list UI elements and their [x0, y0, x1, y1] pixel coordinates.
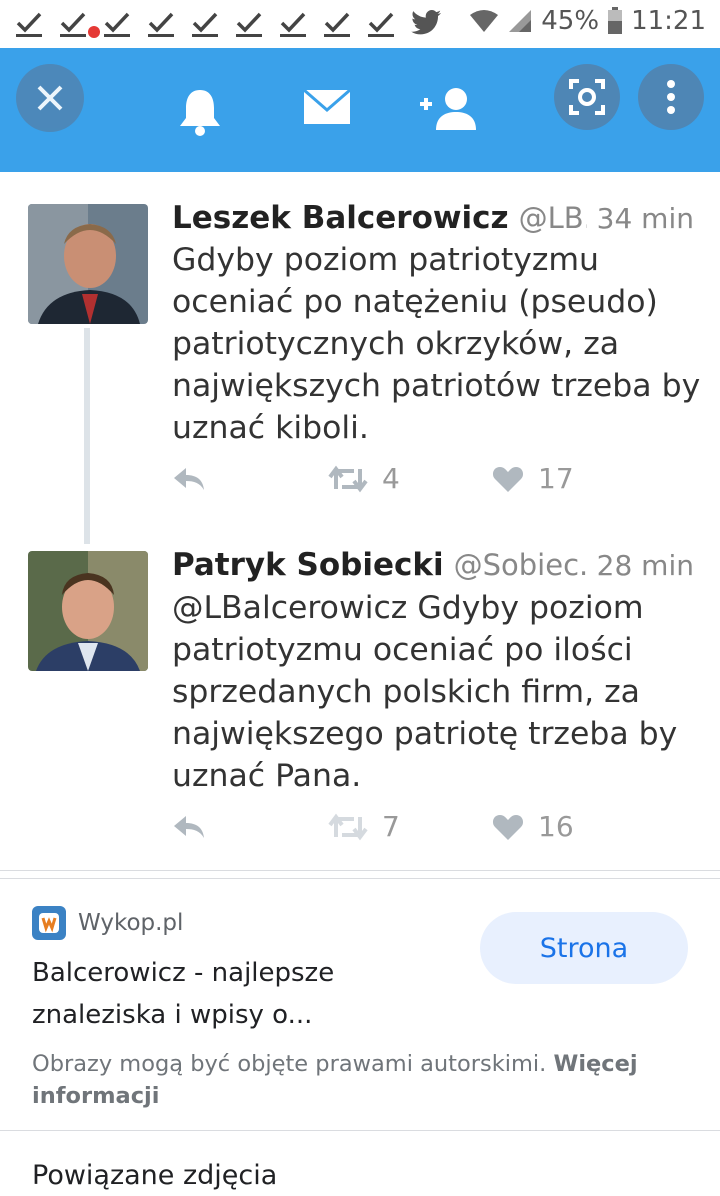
- check-icon: [102, 8, 132, 38]
- battery-icon: [608, 7, 623, 34]
- retweet-button[interactable]: 4: [328, 462, 400, 495]
- close-icon: [37, 85, 63, 111]
- more-vert-icon: [667, 80, 675, 114]
- signal-icon: [509, 10, 532, 32]
- visit-page-button[interactable]: Strona: [480, 912, 688, 984]
- tweet-text: @LBalcerowicz Gdyby poziom patriotyzmu o…: [172, 590, 678, 794]
- check-icon: [366, 8, 396, 38]
- result-title[interactable]: Balcerowicz - najlepsze znaleziska i wpi…: [32, 952, 452, 1036]
- reply-button[interactable]: [172, 466, 206, 492]
- tweet-author-handle: @Sobiec...: [453, 548, 587, 582]
- like-button[interactable]: 17: [492, 462, 574, 495]
- retweet-count: 7: [382, 810, 400, 843]
- tweet-time: 28 min: [596, 549, 694, 582]
- divider: [0, 870, 720, 871]
- like-count: 17: [538, 462, 574, 495]
- tweet-text: Gdyby poziom patriotyzmu oceniać po natę…: [172, 242, 701, 446]
- heart-icon: [492, 466, 524, 492]
- check-icon: [146, 8, 176, 38]
- related-images-heading: Powiązane zdjęcia: [32, 1160, 278, 1191]
- add-user-icon: [420, 88, 476, 130]
- reply-icon: [174, 816, 204, 838]
- reply-icon: [174, 468, 204, 490]
- tweet-header: Patryk Sobiecki @Sobiec... 28 min: [172, 547, 694, 583]
- check-icon: [322, 8, 352, 38]
- notification-icons: [14, 8, 396, 38]
- retweet-button[interactable]: 7: [328, 810, 400, 843]
- add-user-button[interactable]: [416, 86, 480, 136]
- check-icon: [278, 8, 308, 38]
- tweet-actions: 4 17: [172, 462, 672, 502]
- copyright-notice: Obrazy mogą być objęte prawami autorskim…: [32, 1048, 672, 1112]
- lens-search-icon: [569, 79, 605, 115]
- heart-icon: [492, 814, 524, 840]
- battery-percent: 45%: [541, 6, 600, 36]
- clock: 11:21: [631, 6, 706, 36]
- avatar[interactable]: [28, 551, 148, 671]
- messages-button[interactable]: [302, 86, 352, 134]
- source-row[interactable]: Wykop.pl: [32, 906, 183, 940]
- check-icon: [234, 8, 264, 38]
- like-button[interactable]: 16: [492, 810, 574, 843]
- tweet-author-name[interactable]: Leszek Balcerowicz: [172, 200, 509, 236]
- messages-envelope-icon: [303, 88, 351, 124]
- notification-dot: [88, 26, 100, 38]
- divider: [0, 878, 720, 879]
- twitter-icon: [410, 10, 442, 38]
- reply-button[interactable]: [172, 814, 206, 840]
- notifications-button[interactable]: [176, 86, 224, 140]
- wifi-icon: [470, 10, 499, 32]
- like-count: 16: [538, 810, 574, 843]
- notifications-bell-icon: [180, 90, 220, 136]
- retweet-count: 4: [382, 462, 400, 495]
- retweet-icon: [328, 813, 368, 840]
- tweet-time: 34 min: [596, 202, 694, 235]
- status-indicators: 45% 11:21: [469, 6, 706, 36]
- twitter-toolbar: [0, 48, 720, 172]
- tweet-header: Leszek Balcerowicz @LB... 34 min: [172, 200, 694, 236]
- avatar[interactable]: [28, 204, 148, 324]
- lens-search-button[interactable]: [554, 64, 620, 130]
- tweet-author-name[interactable]: Patryk Sobiecki: [172, 547, 444, 583]
- source-name: Wykop.pl: [78, 910, 184, 936]
- divider: [0, 1130, 720, 1131]
- status-bar: 45% 11:21: [0, 0, 720, 48]
- tweet-author-handle: @LB...: [518, 201, 587, 235]
- check-icon: [14, 8, 44, 38]
- check-icon: [58, 8, 88, 38]
- check-icon: [190, 8, 220, 38]
- copyright-text: Obrazy mogą być objęte prawami autorskim…: [32, 1051, 554, 1077]
- wykop-logo-icon: [32, 906, 66, 940]
- thread-line: [84, 328, 90, 544]
- tweet-actions: 7 16: [172, 810, 672, 850]
- more-options-button[interactable]: [638, 64, 704, 130]
- retweet-icon: [328, 465, 368, 492]
- close-button[interactable]: [16, 64, 84, 132]
